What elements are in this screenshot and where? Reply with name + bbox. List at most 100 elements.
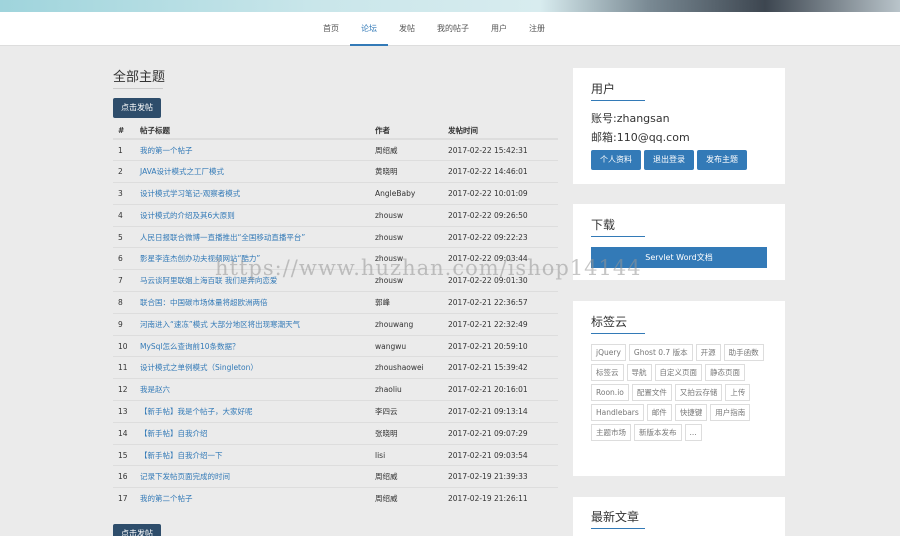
row-title-link[interactable]: 我的第二个帖子 (140, 487, 375, 510)
row-title-link[interactable]: 记录下发帖页面完成的时间 (140, 465, 375, 488)
nav-item-users[interactable]: 用户 (480, 12, 518, 46)
nav-item-home[interactable]: 首页 (312, 12, 350, 46)
tag-item[interactable]: Roon.io (591, 384, 629, 401)
row-time: 2017-02-21 09:07:29 (448, 421, 558, 445)
row-time: 2017-02-22 09:01:30 (448, 269, 558, 292)
table-row: 12 我是赵六 zhaoliu 2017-02-21 20:16:01 (113, 378, 558, 401)
row-title-link[interactable]: 【新手帖】我是个帖子，大家好呢 (140, 400, 375, 423)
row-title-link[interactable]: 设计模式的介绍及其6大原则 (140, 203, 375, 227)
email-text: 邮箱:110@qq.com (591, 131, 690, 144)
row-title-link[interactable]: 设计模式学习笔记-观察者模式 (140, 182, 375, 205)
header-banner (0, 0, 900, 12)
row-author: wangwu (375, 334, 448, 357)
row-time: 2017-02-21 15:39:42 (448, 356, 558, 379)
tag-item[interactable]: 自定义页面 (654, 364, 702, 381)
row-title-link[interactable]: MySql怎么查询前10条数据？ (140, 334, 375, 357)
table-row: 4 设计模式的介绍及其6大原则 zhousw 2017-02-22 09:26:50 (113, 203, 558, 227)
tag-item[interactable]: jQuery (591, 344, 626, 361)
topics-table-body: 1 我的第一个帖子 周绍威 2017-02-22 15:42:31 2 JAVA设计模式之… (113, 138, 558, 510)
row-number: 15 (113, 443, 140, 466)
table-row: 15 【新手帖】自我介绍一下 lisi 2017-02-21 09:03:54 (113, 443, 558, 466)
col-header-author: 作者 (375, 122, 448, 140)
table-row: 9 河南进入“速冻”模式 大部分地区将出现寒潮天气 zhouwang 2017-02-… (113, 312, 558, 336)
col-header-number: # (113, 122, 140, 140)
row-number: 7 (113, 269, 140, 292)
table-row: 5 人民日报联合微博一直播推出“全国移动直播平台” zhousw 2017-02-22… (113, 225, 558, 248)
tag-item[interactable]: 快捷键 (674, 404, 708, 421)
tag-item[interactable]: 新版本发布 (634, 424, 682, 441)
row-title-link[interactable]: JAVA设计模式之工厂模式 (140, 160, 375, 183)
row-time: 2017-02-22 09:03:44 (448, 247, 558, 270)
row-number: 14 (113, 421, 140, 445)
nav-menu: 首页 论坛 发帖 我的帖子 用户 注册 (312, 12, 556, 46)
nav-item-post[interactable]: 发帖 (388, 12, 426, 46)
row-title-link[interactable]: 马云谈阿里联姻上海百联 我们是奔向恋爱 (140, 269, 375, 292)
row-number: 6 (113, 247, 140, 270)
tag-item[interactable]: ... (684, 424, 702, 441)
tag-item[interactable]: 主题市场 (591, 424, 631, 441)
tag-item[interactable]: 助手函数 (723, 344, 764, 361)
row-title-link[interactable]: 人民日报联合微博一直播推出“全国移动直播平台” (140, 225, 375, 248)
row-title-link[interactable]: 河南进入“速冻”模式 大部分地区将出现寒潮天气 (140, 312, 375, 336)
row-time: 2017-02-21 20:16:01 (448, 378, 558, 401)
download-card-title: 下载 (591, 216, 645, 237)
row-author: zhouwang (375, 312, 448, 336)
row-time: 2017-02-22 09:22:23 (448, 225, 558, 248)
tag-item[interactable]: 导航 (626, 364, 652, 381)
row-number: 13 (113, 400, 140, 423)
row-title-link[interactable]: 【新手帖】自我介绍 (140, 421, 375, 445)
row-author: zhousw (375, 269, 448, 292)
servlet-doc-download-button[interactable]: Servlet Word文档 (591, 247, 767, 268)
row-title-link[interactable]: 【新手帖】自我介绍一下 (140, 443, 375, 466)
tag-item[interactable]: 配置文件 (631, 384, 672, 401)
topics-table: # 帖子标题 作者 发帖时间 1 我的第一个帖子 周绍威 2017-02-22 15:… (113, 122, 558, 510)
row-author: zhoushaowei (375, 356, 448, 379)
row-author: 郭峰 (375, 291, 448, 314)
publish-topic-button[interactable]: 发布主题 (697, 150, 747, 170)
profile-button[interactable]: 个人资料 (591, 150, 641, 170)
tag-item[interactable]: 上传 (725, 384, 751, 401)
table-row: 17 我的第二个帖子 周绍威 2017-02-19 21:26:11 (113, 487, 558, 510)
row-time: 2017-02-21 09:03:54 (448, 443, 558, 466)
row-time: 2017-02-22 10:01:09 (448, 182, 558, 205)
row-time: 2017-02-21 09:13:14 (448, 400, 558, 423)
nav-item-my-posts[interactable]: 我的帖子 (426, 12, 480, 46)
tag-cloud: jQuery Ghost 0.7 版本 开源 助手函数标签云 导航 自定义页面 静态页面 Ro… (591, 344, 771, 441)
tag-item[interactable]: 邮件 (646, 404, 672, 421)
tag-item[interactable]: 用户指南 (710, 404, 751, 421)
col-header-title: 帖子标题 (140, 122, 375, 140)
user-card-title: 用户 (591, 80, 645, 101)
row-title-link[interactable]: 设计模式之单例模式（Singleton） (140, 356, 375, 379)
row-time: 2017-02-21 22:32:49 (448, 312, 558, 336)
row-time: 2017-02-21 22:36:57 (448, 291, 558, 314)
tag-item[interactable]: Handlebars (591, 404, 644, 421)
new-post-button[interactable]: 点击发帖 (113, 98, 161, 118)
row-author: 李四云 (375, 400, 448, 423)
row-title-link[interactable]: 我是赵六 (140, 378, 375, 401)
tag-item[interactable]: 静态页面 (705, 364, 745, 381)
page-title: 全部主题 (113, 66, 165, 89)
new-post-button-bottom[interactable]: 点击发帖 (113, 524, 161, 536)
tag-item[interactable]: 又拍云存储 (674, 384, 723, 401)
tag-item[interactable]: Ghost 0.7 版本 (628, 344, 693, 361)
nav-item-register[interactable]: 注册 (518, 12, 556, 46)
row-time: 2017-02-21 20:59:10 (448, 334, 558, 357)
nav-item-forum[interactable]: 论坛 (350, 12, 388, 46)
tag-item[interactable]: 标签云 (591, 364, 624, 381)
row-author: zhaoliu (375, 378, 448, 401)
latest-articles-card: 最新文章 (573, 497, 785, 536)
row-number: 17 (113, 487, 140, 510)
row-number: 10 (113, 334, 140, 357)
table-row: 14 【新手帖】自我介绍 张晓明 2017-02-21 09:07:29 (113, 421, 558, 445)
row-title-link[interactable]: 影星李连杰创办功夫视频网站“酷力” (140, 247, 375, 270)
user-card: 用户 账号:zhangsan 邮箱:110@qq.com 个人资料 退出登录 发… (573, 68, 785, 184)
logout-button[interactable]: 退出登录 (644, 150, 694, 170)
tag-item[interactable]: 开源 (695, 344, 721, 361)
row-title-link[interactable]: 我的第一个帖子 (140, 138, 375, 161)
table-row: 8 联合国：中国碳市场体量将超欧洲两倍 郭峰 2017-02-21 22:36:57 (113, 291, 558, 314)
row-time: 2017-02-19 21:26:11 (448, 487, 558, 510)
row-author: 周绍威 (375, 138, 448, 161)
row-number: 9 (113, 312, 140, 336)
row-title-link[interactable]: 联合国：中国碳市场体量将超欧洲两倍 (140, 291, 375, 314)
row-number: 5 (113, 225, 140, 248)
